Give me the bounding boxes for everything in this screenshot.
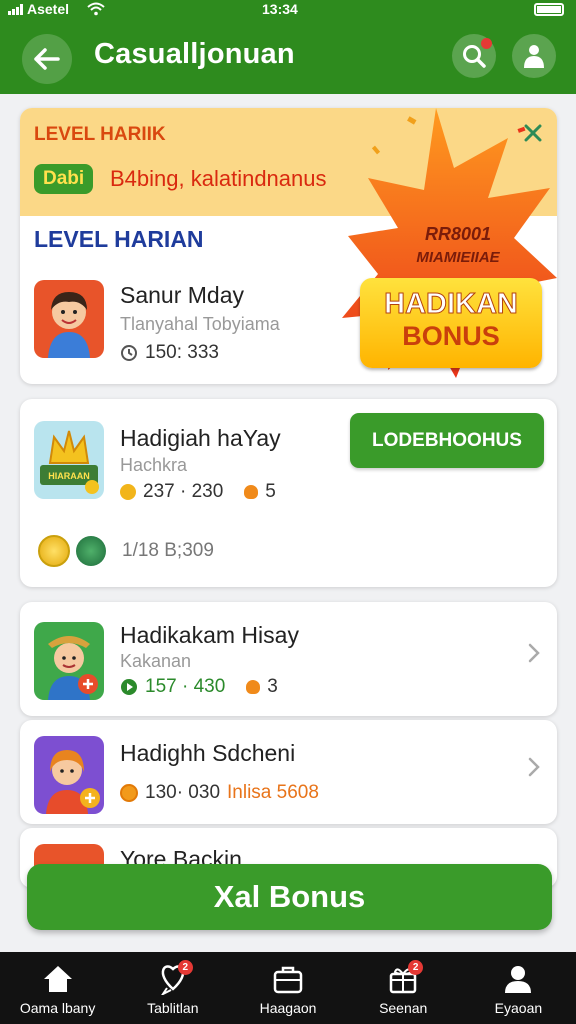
item-meta: 237 · 230 5 bbox=[120, 481, 276, 503]
close-button[interactable] bbox=[523, 118, 543, 150]
tab-label: Tablitlan bbox=[147, 1000, 199, 1016]
row-meta-value: 150: 333 bbox=[145, 342, 219, 363]
item-meta-b: 5 bbox=[265, 481, 276, 502]
claim-bonus-button[interactable]: LODEBHOOHUS bbox=[350, 413, 544, 468]
wifi-icon bbox=[87, 2, 105, 16]
tab-gifts[interactable]: 2 Seenan bbox=[346, 952, 461, 1024]
fire-icon bbox=[246, 680, 261, 694]
battery-icon bbox=[534, 3, 564, 16]
bonus-line-1: HADIKAN bbox=[384, 288, 519, 321]
tab-label: Oama lbany bbox=[19, 1000, 96, 1016]
item-title: Hadighh Sdcheni bbox=[120, 740, 296, 766]
coin-icon bbox=[120, 484, 136, 500]
home-icon bbox=[40, 962, 76, 996]
green-coin-icon bbox=[76, 536, 106, 566]
prize-line-2: MIAMIEIIAE bbox=[416, 249, 500, 266]
search-button[interactable] bbox=[452, 34, 496, 78]
avatar bbox=[34, 736, 104, 814]
tab-home[interactable]: Oama lbany bbox=[0, 952, 115, 1024]
item-meta-a: 237 · 230 bbox=[143, 481, 224, 502]
list-item[interactable]: HIARAAN Hadigiah haYay Hachkra 237 · 230… bbox=[20, 399, 557, 587]
status-bar: Asetel 13:34 bbox=[0, 0, 576, 20]
item-meta: 130· 030 Inlisa 5608 bbox=[120, 782, 319, 804]
section-title: LEVEL HARIAN bbox=[34, 226, 204, 252]
carrier-group: Asetel bbox=[8, 1, 105, 17]
coin-icon bbox=[120, 784, 138, 802]
bonus-badge-button[interactable]: HADIKAN BONUS bbox=[360, 278, 542, 368]
list-item[interactable]: Hadikakam Hisay Kakanan 157 · 430 3 bbox=[20, 602, 557, 716]
tab-label: Eyaoan bbox=[494, 1000, 543, 1016]
gold-coin-icon bbox=[38, 535, 70, 567]
boy-avatar-icon bbox=[48, 292, 90, 358]
clock-icon bbox=[121, 345, 137, 361]
crown-badge-text: HIARAAN bbox=[48, 471, 90, 481]
item-subtitle: Hachkra bbox=[120, 455, 188, 475]
item-footer-meta: 1/18 B;309 bbox=[122, 540, 214, 561]
prize-label: RR8001 MIAMIEIIAE bbox=[398, 223, 518, 269]
chevron-right-icon bbox=[527, 640, 541, 671]
notification-dot bbox=[481, 38, 492, 49]
clock: 13:34 bbox=[262, 1, 298, 17]
row-subtitle: Tlanyahal Tobyiama bbox=[120, 314, 280, 334]
promo-title: LEVEL HARIIK bbox=[34, 124, 166, 145]
tab-label: Seenan bbox=[379, 1000, 428, 1016]
tab-work[interactable]: Haagaon bbox=[230, 952, 345, 1024]
close-icon bbox=[524, 124, 542, 142]
item-meta: 157 · 430 3 bbox=[120, 676, 278, 698]
farmer-avatar-icon bbox=[48, 636, 98, 700]
play-circle-icon bbox=[121, 679, 137, 695]
app-bar: Casualljonuan bbox=[0, 20, 576, 94]
girl-avatar-icon bbox=[46, 750, 100, 814]
promo-tag: Dabi bbox=[34, 164, 94, 194]
user-icon bbox=[524, 45, 544, 68]
item-meta-b: 3 bbox=[267, 676, 278, 697]
tab-profile[interactable]: Eyaoan bbox=[461, 952, 576, 1024]
tab-badge: 2 bbox=[177, 960, 193, 975]
item-title: Hadigiah haYay bbox=[120, 425, 281, 451]
page-title: Casualljonuan bbox=[94, 38, 295, 70]
crown-thumbnail: HIARAAN bbox=[34, 421, 104, 499]
signal-icon bbox=[8, 3, 23, 15]
item-title: Hadikakam Hisay bbox=[120, 622, 299, 648]
carrier-label: Asetel bbox=[27, 1, 70, 17]
crown-icon: HIARAAN bbox=[40, 430, 99, 494]
tab-favorites[interactable]: 2 Tablitlan bbox=[115, 952, 230, 1024]
chevron-right-icon bbox=[527, 754, 541, 785]
tab-label: Haagaon bbox=[259, 1000, 317, 1016]
item-meta-a: 157 · 430 bbox=[145, 676, 226, 697]
profile-button[interactable] bbox=[512, 34, 556, 78]
gift-icon: 2 bbox=[385, 960, 424, 996]
briefcase-icon bbox=[270, 962, 306, 996]
list-item[interactable]: Hadighh Sdcheni 130· 030 Inlisa 5608 bbox=[20, 720, 557, 824]
row-meta: 150: 333 bbox=[120, 342, 219, 364]
bonus-line-2: BONUS bbox=[402, 321, 500, 351]
row-title: Sanur Mday bbox=[120, 282, 245, 308]
item-meta-a: 130· 030 bbox=[145, 782, 221, 803]
fire-icon bbox=[244, 485, 259, 499]
item-meta-b: Inlisa 5608 bbox=[227, 782, 319, 803]
item-footer: 1/18 B;309 bbox=[38, 535, 214, 567]
claim-bonus-cta-button[interactable]: Xal Bonus bbox=[27, 864, 552, 930]
heart-chat-icon: 2 bbox=[155, 960, 193, 996]
back-arrow-icon bbox=[34, 48, 60, 70]
prize-line-1: RR8001 bbox=[424, 224, 492, 244]
avatar bbox=[34, 622, 104, 700]
item-subtitle: Kakanan bbox=[120, 651, 192, 671]
avatar bbox=[34, 280, 104, 358]
bottom-tab-bar: Oama lbany 2 Tablitlan Haagaon 2 Seenan … bbox=[0, 952, 576, 1024]
profile-icon bbox=[500, 962, 536, 996]
daily-level-card: LEVEL HARIIK Dabi B4bing, kalatindnanus … bbox=[20, 108, 557, 384]
tab-badge: 2 bbox=[408, 960, 424, 975]
promo-subtitle: B4bing, kalatindnanus bbox=[110, 166, 327, 191]
back-button[interactable] bbox=[22, 34, 72, 84]
